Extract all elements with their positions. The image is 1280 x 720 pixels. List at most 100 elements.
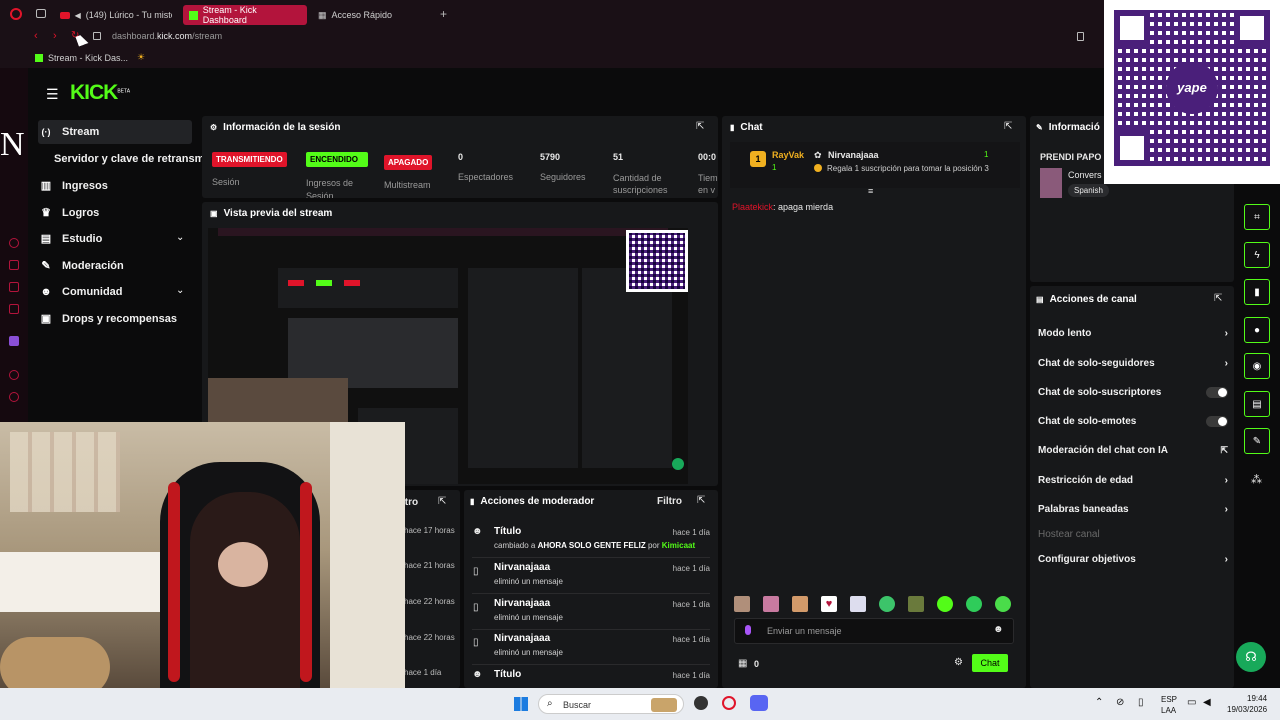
emote-icon[interactable] — [879, 596, 895, 612]
network-icon[interactable]: ▭ — [1187, 697, 1196, 708]
emote-icon[interactable] — [966, 596, 982, 612]
player-icon[interactable] — [9, 370, 19, 380]
clock-icon[interactable] — [9, 392, 19, 402]
tab-island-icon[interactable] — [36, 9, 46, 18]
url-field[interactable]: dashboard.kick.com/stream — [112, 31, 222, 41]
sun-icon[interactable]: ☀ — [137, 52, 145, 63]
chat-username[interactable]: Plaatekick — [732, 202, 773, 212]
action-restriccion-edad[interactable]: Restricción de edad › — [1038, 475, 1228, 486]
popout-icon[interactable]: ⇱ — [1004, 121, 1012, 132]
taskbar-search[interactable]: ⌕ Buscar — [538, 694, 684, 714]
clock-date[interactable]: 19/03/2026 — [1227, 705, 1267, 714]
discord-taskbar-icon[interactable] — [750, 695, 768, 711]
tab-acceso-rapido[interactable]: ▦ Acceso Rápido — [312, 5, 436, 25]
popout-icon[interactable]: ⇱ — [697, 495, 705, 506]
opera-taskbar-icon[interactable] — [722, 696, 736, 710]
bookmark-kick[interactable]: Stream - Kick Das... — [48, 53, 128, 63]
emote-icon[interactable] — [937, 596, 953, 612]
nav-estudio[interactable]: ▤ Estudio — [40, 233, 103, 245]
hamburger-menu-icon[interactable]: ☰ — [46, 86, 59, 103]
gift-text: Regala 1 suscripción para tomar la posic… — [827, 164, 989, 173]
emote-icon[interactable] — [850, 596, 866, 612]
clock-time[interactable]: 19:44 — [1247, 694, 1267, 703]
chevron-down-icon[interactable]: ⌄ — [176, 285, 184, 296]
emote-icon[interactable] — [792, 596, 808, 612]
nav-moderacion[interactable]: ✎ Moderación — [40, 260, 123, 272]
chat-settings-icon[interactable]: ⚙ — [954, 657, 963, 668]
lightning-icon[interactable]: ϟ — [1244, 242, 1270, 268]
emote-icon[interactable] — [763, 596, 779, 612]
volume-icon[interactable]: ◀ — [1203, 697, 1211, 708]
heart-emote-icon[interactable]: ♥ — [821, 596, 837, 612]
support-headset-icon[interactable]: ☊ — [1236, 642, 1266, 672]
scan-icon[interactable]: ⌗ — [1244, 204, 1270, 230]
kick-bookmark-icon — [35, 54, 43, 62]
action-solo-emotes[interactable]: Chat de solo-emotes — [1038, 416, 1228, 427]
toggle-switch[interactable] — [1206, 416, 1228, 427]
windows-start-icon[interactable] — [514, 697, 528, 711]
microphone-icon[interactable] — [745, 625, 751, 635]
tray-chevron-icon[interactable]: ⌃ — [1095, 697, 1103, 708]
nodes-icon[interactable]: ⁂ — [1251, 473, 1262, 486]
points-icon[interactable]: ▦ — [738, 658, 747, 669]
lang-top[interactable]: ESP — [1161, 695, 1177, 704]
tray-icon[interactable]: ⊘ — [1116, 697, 1124, 708]
category-name[interactable]: Convers — [1068, 170, 1102, 180]
twitch-icon[interactable] — [9, 336, 19, 346]
lang-bottom[interactable]: LAA — [1161, 706, 1176, 715]
emote-icon[interactable] — [908, 596, 924, 612]
mic-tray-icon[interactable]: ▯ — [1138, 697, 1144, 708]
chat-input[interactable]: Enviar un mensaje ☻ — [734, 618, 1014, 644]
nav-stream[interactable]: (·) Stream — [40, 126, 100, 138]
stat-value: 51 — [613, 152, 624, 162]
nav-servidor-clave[interactable]: Servidor y clave de retransm — [54, 153, 204, 165]
layout-icon[interactable]: ▤ — [1244, 391, 1270, 417]
kick-logo[interactable]: KICKBETA — [70, 81, 130, 105]
nav-ingresos[interactable]: ▥ Ingresos — [40, 180, 108, 192]
tab-youtube[interactable]: ◀ (149) Lúrico - Tu miste — [54, 5, 178, 25]
action-palabras-baneadas[interactable]: Palabras baneadas › — [1038, 504, 1228, 515]
toggle-switch[interactable] — [1206, 387, 1228, 398]
pin-icon[interactable] — [1077, 32, 1084, 41]
history-icon[interactable] — [9, 238, 19, 248]
taskbar-app-icon[interactable] — [694, 696, 708, 710]
emote-icon[interactable] — [995, 596, 1011, 612]
popout-icon[interactable]: ⇱ — [438, 496, 446, 507]
action-label: Chat de solo-suscriptores — [1038, 387, 1162, 398]
action-modo-lento[interactable]: Modo lento › — [1038, 328, 1228, 339]
popout-icon[interactable]: ⇱ — [696, 121, 704, 132]
action-solo-suscriptores[interactable]: Chat de solo-suscriptores — [1038, 387, 1228, 398]
user-icon: ☻ — [472, 669, 483, 680]
mail-icon[interactable] — [9, 304, 19, 314]
wrench-icon[interactable]: ✎ — [1244, 428, 1270, 454]
mod-author[interactable]: Kimicaat — [662, 541, 695, 550]
send-chat-button[interactable]: Chat — [972, 654, 1008, 672]
nav-label: Drops y recompensas — [62, 313, 177, 325]
action-solo-seguidores[interactable]: Chat de solo-seguidores › — [1038, 358, 1228, 369]
emote-icon[interactable] — [734, 596, 750, 612]
forward-icon[interactable]: › — [53, 30, 57, 42]
opera-logo-icon[interactable] — [10, 8, 22, 20]
emoji-icon[interactable]: ☻ — [993, 624, 1004, 635]
expand-icon[interactable]: ≡ — [868, 186, 873, 196]
messenger-icon[interactable] — [9, 282, 19, 292]
pinned-user[interactable]: RayVak — [772, 150, 804, 160]
new-tab-button[interactable]: + — [440, 7, 447, 21]
action-configurar-objetivos[interactable]: Configurar objetivos › — [1038, 554, 1228, 565]
chevron-down-icon[interactable]: ⌄ — [176, 232, 184, 243]
bag-icon[interactable] — [9, 260, 19, 270]
gift-user[interactable]: Nirvanajaaa — [828, 150, 879, 160]
nav-comunidad[interactable]: ☻ Comunidad — [40, 286, 122, 298]
back-icon[interactable]: ‹ — [34, 30, 38, 42]
tab-kick-dashboard[interactable]: Stream - Kick Dashboard — [183, 5, 307, 25]
chevron-right-icon: › — [1224, 554, 1228, 565]
filter-button[interactable]: Filtro — [657, 496, 682, 507]
nav-logros[interactable]: ♛ Logros — [40, 207, 99, 219]
action-moderacion-ia[interactable]: Moderación del chat con IA ⇱ — [1038, 445, 1228, 456]
document-icon[interactable]: ▮ — [1244, 279, 1270, 305]
chat-bubble-icon[interactable]: ● — [1244, 317, 1270, 343]
nav-drops[interactable]: ▣ Drops y recompensas — [40, 313, 177, 325]
chat-panel: ▮ Chat ⇱ 1 RayVak 1 ✿ Nirvanajaaa 1 Rega… — [722, 116, 1026, 688]
broadcast-icon[interactable]: ◉ — [1244, 353, 1270, 379]
popout-icon[interactable]: ⇱ — [1214, 293, 1222, 304]
